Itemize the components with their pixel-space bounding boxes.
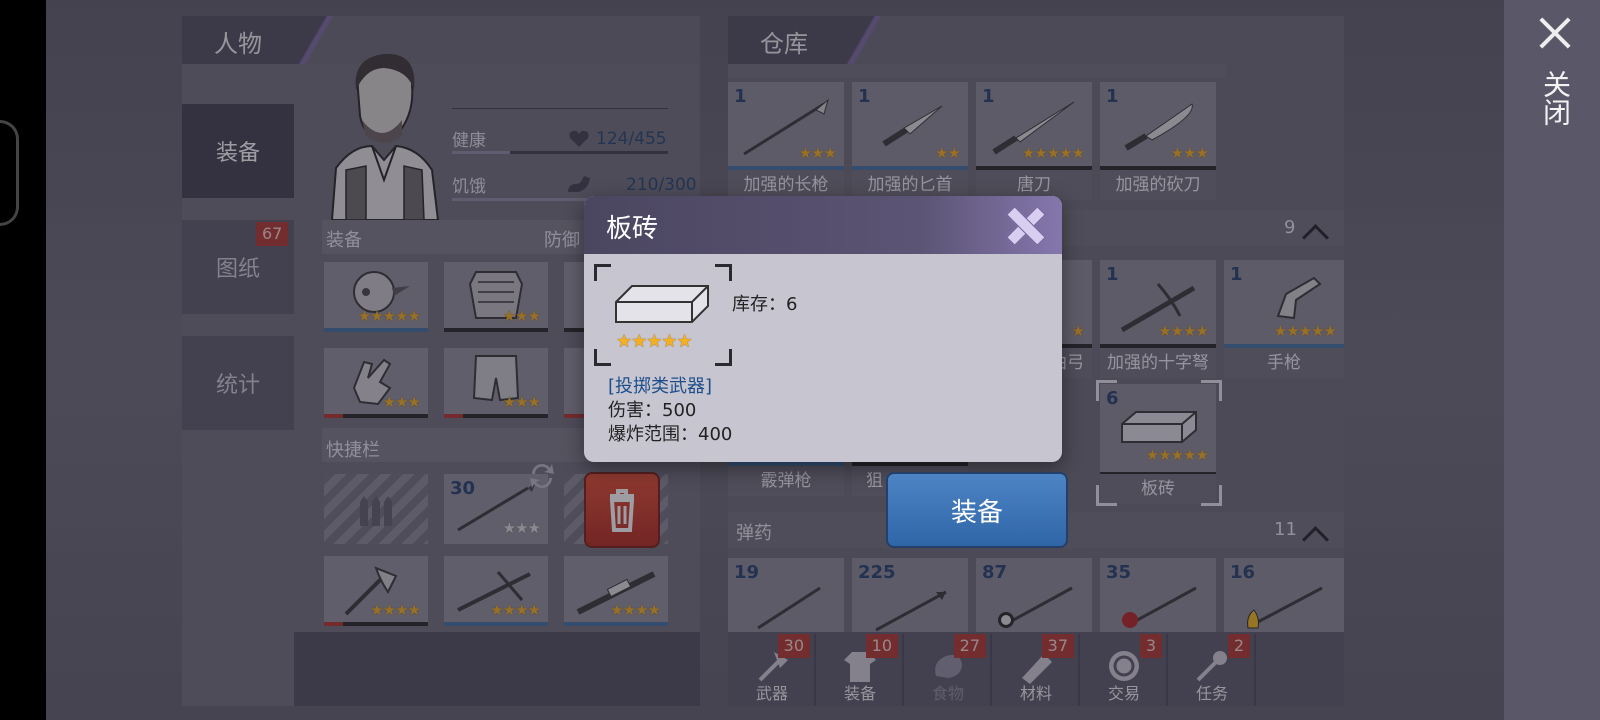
dialog-title: 板砖: [606, 214, 659, 244]
item-stars: ★★★★★: [616, 331, 693, 352]
dialog-close-icon[interactable]: [1002, 202, 1048, 248]
item-preview: ★★★★★: [594, 264, 732, 366]
damage-text: 伤害：500: [608, 400, 697, 421]
close-label[interactable]: 关闭: [1536, 70, 1572, 126]
stock-text: 库存：6: [732, 294, 798, 315]
equip-button[interactable]: 装备: [886, 472, 1068, 548]
item-detail-dialog: 板砖 ★★★★★ 库存：6 [投掷类武器] 伤害：500 爆炸范围：400: [584, 196, 1062, 462]
brick-icon: [615, 285, 709, 323]
blast-range-text: 爆炸范围：400: [608, 424, 733, 445]
close-icon[interactable]: [1537, 16, 1571, 50]
weapon-category: [投掷类武器]: [608, 376, 713, 397]
device-notch: [0, 120, 19, 226]
